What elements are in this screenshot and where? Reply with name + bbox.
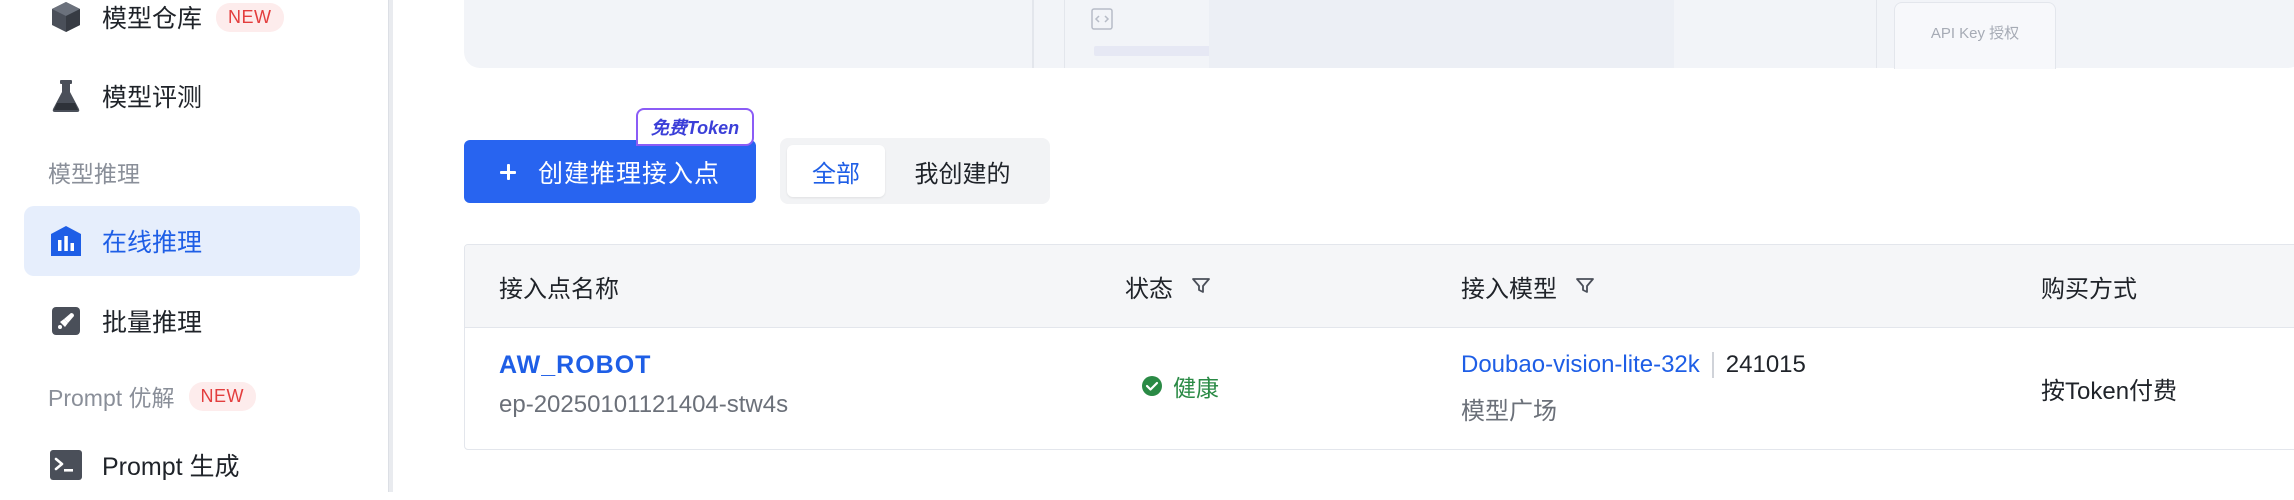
table-header: 接入点名称 状态 接入模型 购买方式 <box>465 245 2294 328</box>
create-endpoint-label: 创建推理接入点 <box>538 159 721 188</box>
model-source: 模型广场 <box>1461 398 1557 425</box>
filter-icon[interactable] <box>1575 276 1595 296</box>
model-link[interactable]: Doubao-vision-lite-32k <box>1461 351 1700 379</box>
sidebar-group-prompt: Prompt 优解 NEW <box>48 379 257 413</box>
sidebar-group-inference: 模型推理 <box>48 155 140 189</box>
cube-icon <box>48 0 84 35</box>
sidebar-item-label: 批量推理 <box>102 309 203 337</box>
plus-icon <box>500 163 516 180</box>
endpoint-name-link[interactable]: AW_ROBOT <box>499 351 651 380</box>
free-token-tag: 免费Token <box>636 108 754 146</box>
sidebar-item-label: Prompt 生成 <box>102 453 240 481</box>
code-icon <box>1091 8 1113 30</box>
sidebar: 模型仓库 NEW 模型评测 模型推理 在线推理 批量推理 Prompt 优解 N… <box>0 0 388 492</box>
divider <box>1711 352 1714 378</box>
status-badge: 健康 <box>1141 369 1219 403</box>
endpoint-id: ep-20250101121404-stw4s <box>499 391 789 418</box>
preview-panel <box>1209 0 1674 68</box>
sidebar-item-label: 在线推理 <box>102 229 203 257</box>
filter-all-tab[interactable]: 全部 <box>787 145 885 197</box>
sidebar-item-model-eval[interactable]: 模型评测 <box>24 61 360 131</box>
sidebar-item-batch-inference[interactable]: 批量推理 <box>24 286 360 356</box>
highlight-bar <box>1094 46 1214 56</box>
sidebar-item-model-repo[interactable]: 模型仓库 NEW <box>24 0 360 52</box>
column-header-label: 接入模型 <box>1461 275 1557 303</box>
sidebar-item-label: 模型仓库 <box>102 5 203 33</box>
filter-mine-tab[interactable]: 我创建的 <box>885 145 1040 197</box>
divider <box>1876 0 1877 68</box>
column-header-name: 接入点名称 <box>499 245 619 327</box>
purchase-method: 按Token付费 <box>2041 378 2178 405</box>
sidebar-item-label: 模型评测 <box>102 84 203 112</box>
sidebar-item-prompt-generate[interactable]: Prompt 生成 <box>24 430 360 500</box>
new-badge: NEW <box>188 381 257 411</box>
column-header-model: 接入模型 <box>1461 245 1595 327</box>
divider <box>1032 0 1034 68</box>
rocket-icon <box>48 303 84 339</box>
new-badge: NEW <box>216 2 284 32</box>
guide-card: API Key 授权 <box>464 0 2294 69</box>
sidebar-resize-handle[interactable] <box>388 0 393 492</box>
ownership-filter: 全部 我创建的 <box>780 138 1050 204</box>
api-key-tab[interactable]: API Key 授权 <box>1894 2 2056 69</box>
column-header-label: 状态 <box>1125 275 1173 303</box>
divider <box>1064 0 1065 68</box>
sidebar-item-online-inference[interactable]: 在线推理 <box>24 206 360 276</box>
filter-icon[interactable] <box>1191 276 1211 296</box>
status-text: 健康 <box>1173 375 1219 401</box>
column-header-label: 接入点名称 <box>499 275 619 303</box>
chart-building-icon <box>48 223 84 259</box>
model-version: 241015 <box>1725 351 1806 378</box>
terminal-icon <box>48 447 84 483</box>
create-endpoint-button[interactable]: 创建推理接入点 <box>464 140 756 203</box>
flask-icon <box>48 78 84 114</box>
column-header-label: 购买方式 <box>2041 275 2137 303</box>
column-header-purchase: 购买方式 <box>2041 245 2137 327</box>
column-header-status: 状态 <box>1125 245 1211 327</box>
model-cell: Doubao-vision-lite-32k 241015 <box>1461 351 1806 379</box>
check-circle-icon <box>1142 376 1162 396</box>
sidebar-group-label: Prompt 优解 <box>48 385 175 411</box>
sidebar-group-label: 模型推理 <box>48 161 140 187</box>
endpoints-table: 接入点名称 状态 接入模型 购买方式 AW_ROBOT ep-202501011… <box>464 244 2294 450</box>
